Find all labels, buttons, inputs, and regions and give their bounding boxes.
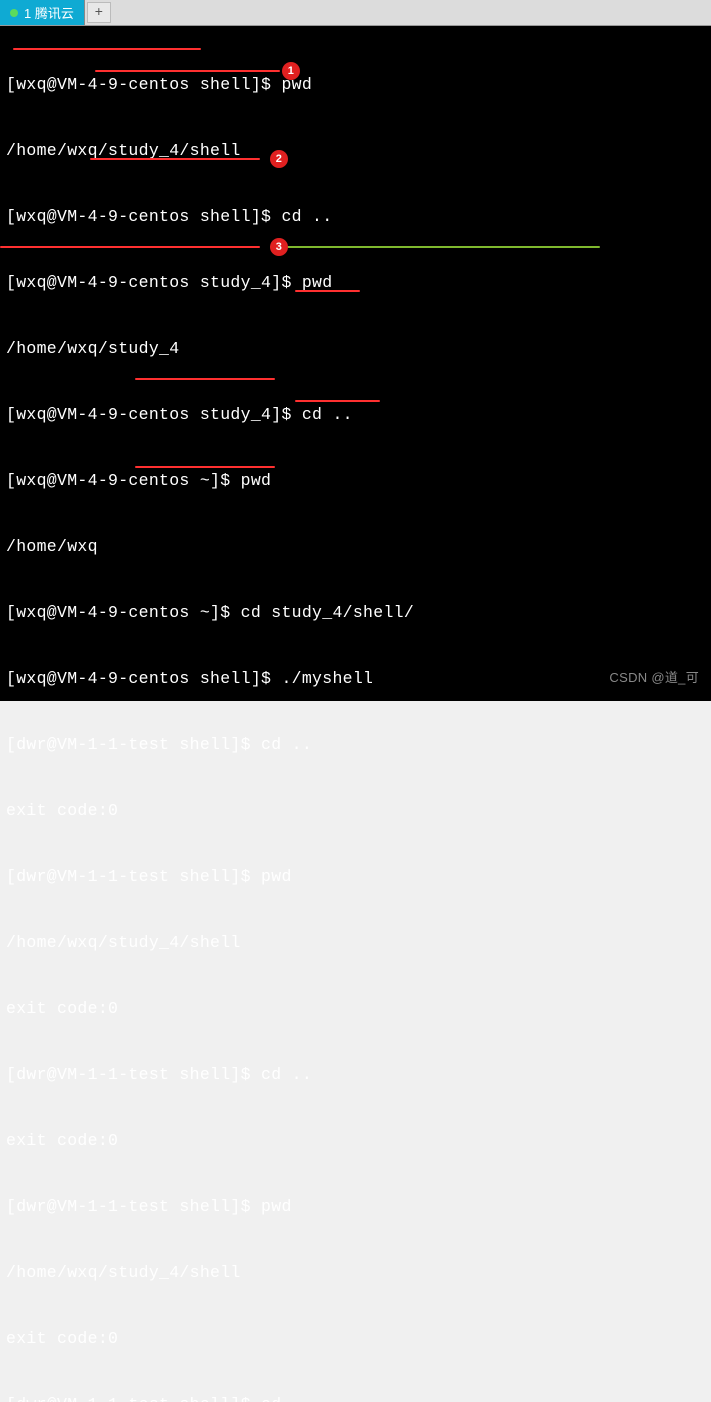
annotation-badge: 1 [282, 62, 300, 80]
annotation-underline-red [135, 378, 275, 380]
tab-label: 1 腾讯云 [24, 3, 74, 22]
terminal-line: [wxq@VM-4-9-centos ~]$ cd study_4/shell/ [6, 602, 705, 624]
terminal-line: /home/wxq/study_4/shell [6, 1262, 705, 1284]
terminal-line: [wxq@VM-4-9-centos ~]$ pwd [6, 470, 705, 492]
terminal-line: [wxq@VM-4-9-centos shell]$ pwd [6, 74, 705, 96]
terminal-line: exit code:0 [6, 1130, 705, 1152]
annotation-underline-red [0, 246, 260, 248]
terminal-line: [dwr@VM-1-1-test shell]$ cd .. [6, 734, 705, 756]
terminal-line: [wxq@VM-4-9-centos shell]$ cd .. [6, 206, 705, 228]
plus-icon: + [95, 5, 103, 21]
annotation-badge: 3 [270, 238, 288, 256]
annotation-underline-red [295, 400, 380, 402]
terminal-line: [dwr@VM-1-1-test shell]$ pwd [6, 866, 705, 888]
terminal-line: /home/wxq/study_4 [6, 338, 705, 360]
terminal-line: /home/wxq/study_4/shell [6, 932, 705, 954]
annotation-badge: 2 [270, 150, 288, 168]
terminal-line: exit code:0 [6, 1328, 705, 1350]
terminal-output[interactable]: [wxq@VM-4-9-centos shell]$ pwd /home/wxq… [0, 26, 711, 701]
annotation-underline-red [90, 158, 260, 160]
tab-bar: 1 腾讯云 + [0, 0, 711, 26]
terminal-line: exit code:0 [6, 998, 705, 1020]
tab-add-button[interactable]: + [87, 2, 111, 23]
watermark-text: CSDN @道_可 [609, 667, 699, 689]
terminal-line: [wxq@VM-4-9-centos study_4]$ cd .. [6, 404, 705, 426]
annotation-underline-red [95, 70, 280, 72]
annotation-underline-red [295, 290, 360, 292]
status-dot-icon [10, 9, 18, 17]
annotation-underline-red [135, 466, 275, 468]
terminal-line: [dwr@VM-1-1-test shell]$ cd .. [6, 1394, 705, 1402]
tab-active[interactable]: 1 腾讯云 [0, 0, 85, 25]
annotation-underline-green [270, 246, 600, 248]
terminal-line: /home/wxq [6, 536, 705, 558]
terminal-line: [wxq@VM-4-9-centos shell]$ ./myshell [6, 668, 705, 690]
terminal-line: [dwr@VM-1-1-test shell]$ pwd [6, 1196, 705, 1218]
terminal-line: [dwr@VM-1-1-test shell]$ cd .. [6, 1064, 705, 1086]
terminal-line: exit code:0 [6, 800, 705, 822]
annotation-underline-red [13, 48, 201, 50]
